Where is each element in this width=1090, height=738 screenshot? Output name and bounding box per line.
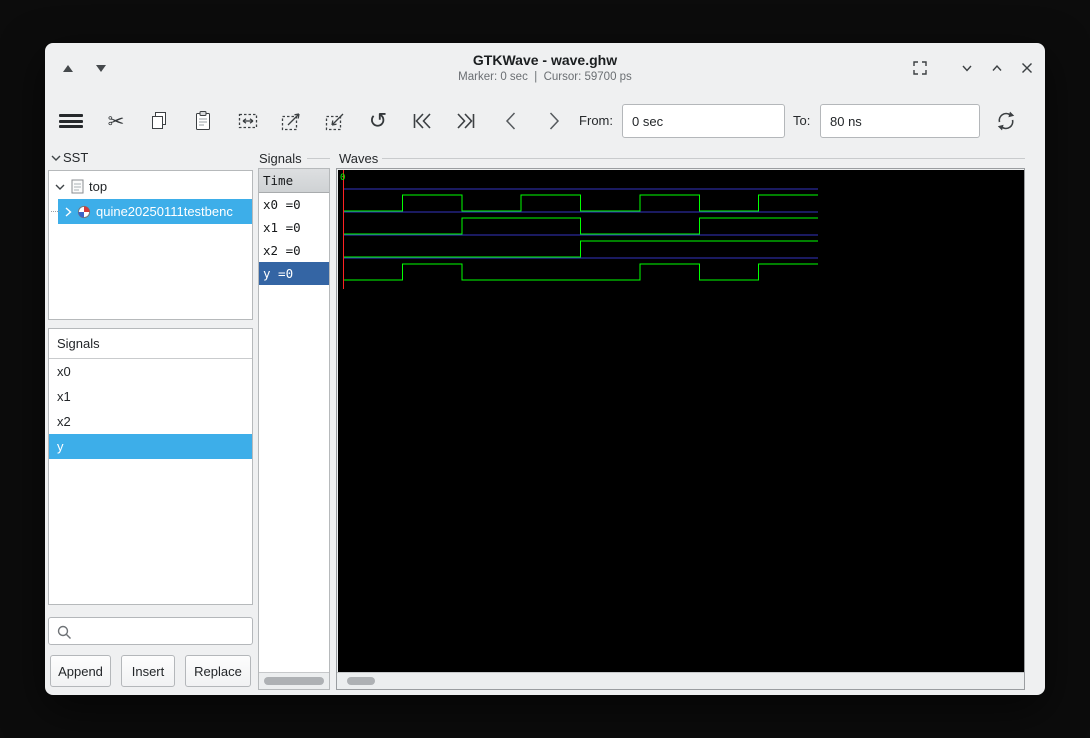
undo-icon[interactable]: ↺ (360, 103, 396, 139)
cut-icon[interactable]: ✂ (98, 103, 134, 139)
tree-item-testbench[interactable]: quine20250111testbenc (49, 199, 252, 224)
trace-name-x1[interactable]: x1 =0 (259, 216, 329, 239)
signal-browser-panel: Signals x0x1x2y (48, 328, 253, 605)
marker-cursor-status: Marker: 0 sec | Cursor: 59700 ps (45, 71, 1045, 83)
trace-name-panel: Time x0 =0x1 =0x2 =0y =0 (258, 168, 330, 690)
reload-icon[interactable] (988, 103, 1024, 139)
wave-canvas[interactable]: 0 (338, 170, 1025, 673)
signal-search (48, 617, 253, 645)
signal-browser-header: Signals (49, 329, 252, 359)
from-input[interactable] (622, 104, 785, 138)
tree-item-label: top (89, 174, 107, 199)
signal-list-item-y[interactable]: y (49, 434, 252, 459)
zoom-in-icon[interactable] (273, 103, 309, 139)
svg-text:0: 0 (340, 173, 345, 183)
shift-left-icon[interactable] (494, 103, 530, 139)
expander-right-icon[interactable] (63, 206, 73, 218)
maximize-icon[interactable] (984, 55, 1010, 81)
trace-name-x2[interactable]: x2 =0 (259, 239, 329, 262)
titlebar[interactable]: GTKWave - wave.ghw Marker: 0 sec | Curso… (45, 43, 1045, 93)
waves-panel: 0 (336, 168, 1025, 690)
to-input[interactable] (820, 104, 980, 138)
signal-list: x0x1x2y (49, 359, 252, 459)
replace-button[interactable]: Replace (185, 655, 251, 687)
document-icon (71, 179, 84, 194)
skip-to-end-icon[interactable] (448, 103, 484, 139)
search-input[interactable] (75, 619, 248, 643)
scrollbar-thumb[interactable] (347, 677, 375, 685)
signals-frame-label: Signals (259, 151, 302, 166)
sst-collapse-icon[interactable] (51, 154, 61, 162)
skip-to-start-icon[interactable] (404, 103, 440, 139)
trace-name-y[interactable]: y =0 (259, 262, 329, 285)
gtkwave-window: GTKWave - wave.ghw Marker: 0 sec | Curso… (45, 43, 1045, 695)
time-header[interactable]: Time (259, 169, 329, 193)
zoom-out-icon[interactable] (317, 103, 353, 139)
signal-list-item-x1[interactable]: x1 (49, 384, 252, 409)
scrollbar-thumb[interactable] (264, 677, 324, 685)
close-icon[interactable] (1014, 55, 1040, 81)
tree-connector (51, 211, 60, 212)
waves-svg: 0 (338, 170, 1025, 673)
signal-list-item-x2[interactable]: x2 (49, 409, 252, 434)
trace-name-x0[interactable]: x0 =0 (259, 193, 329, 216)
tree-item-label: quine20250111testbenc (96, 199, 233, 224)
from-label: From: (565, 113, 613, 128)
signal-list-item-x0[interactable]: x0 (49, 359, 252, 384)
paste-icon[interactable] (185, 103, 221, 139)
frame-rule (382, 158, 1025, 159)
fit-window-icon[interactable] (907, 55, 933, 81)
waves-hscrollbar[interactable] (337, 672, 1024, 689)
search-icon (56, 624, 73, 641)
insert-button[interactable]: Insert (121, 655, 175, 687)
tree-item-top[interactable]: top (49, 174, 252, 199)
copy-icon[interactable] (141, 103, 177, 139)
to-label: To: (793, 113, 817, 128)
minimize-icon[interactable] (954, 55, 980, 81)
expander-down-icon[interactable] (55, 182, 65, 192)
trace-panel-hscrollbar[interactable] (259, 672, 329, 689)
menu-icon[interactable] (53, 103, 89, 139)
module-icon (77, 205, 91, 219)
waves-frame-label: Waves (339, 151, 378, 166)
append-button[interactable]: Append (50, 655, 111, 687)
zoom-fit-icon[interactable] (230, 103, 266, 139)
trace-name-list: x0 =0x1 =0x2 =0y =0 (259, 193, 329, 285)
sst-frame-label: SST (51, 150, 88, 165)
window-title: GTKWave - wave.ghw (45, 52, 1045, 68)
frame-rule (307, 158, 330, 159)
sst-tree-panel: top quine20250111testbenc (48, 170, 253, 320)
